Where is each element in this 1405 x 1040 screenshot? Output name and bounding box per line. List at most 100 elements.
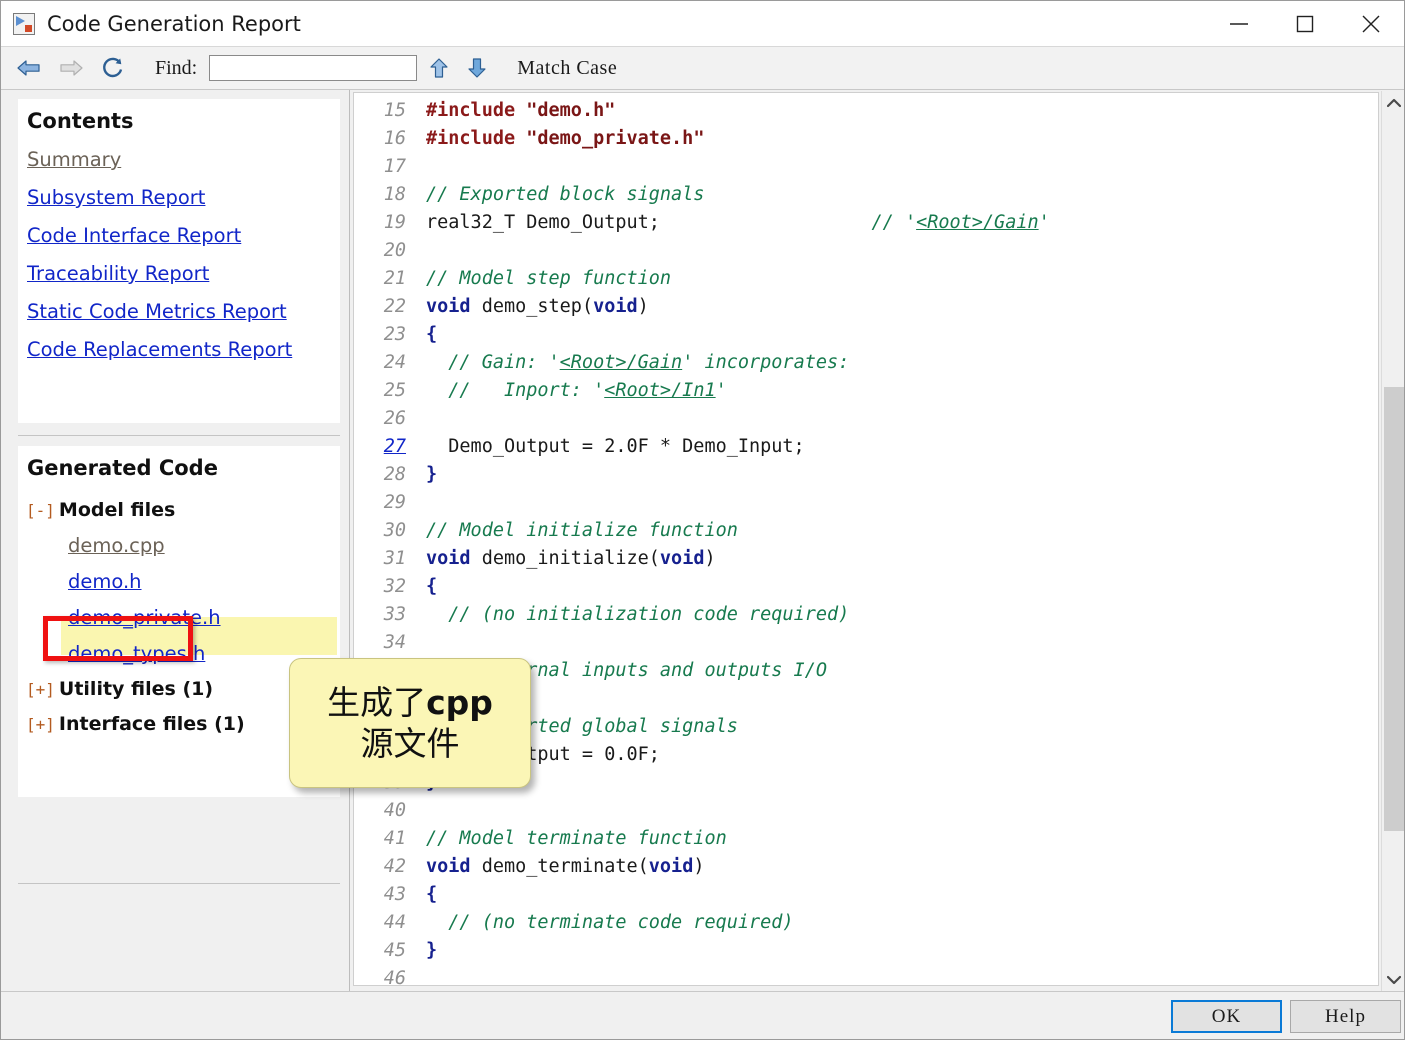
refresh-icon[interactable]	[95, 53, 131, 83]
code-text-area[interactable]: 15 #include "demo.h" 16 #include "demo_priv…	[353, 92, 1379, 986]
code-line-number: 28	[383, 464, 406, 485]
ok-button[interactable]: OK	[1171, 1000, 1282, 1033]
scroll-up-icon[interactable]	[1382, 91, 1404, 115]
sidebar: Contents Summary Subsystem Report Code Int…	[1, 90, 350, 993]
annotation-callout: 生成了cpp 源文件	[289, 658, 531, 788]
match-case-label[interactable]: Match Case	[517, 57, 617, 80]
annotation-line-1-bold: cpp	[426, 682, 493, 722]
report-app-icon	[13, 12, 35, 35]
code-line-number: 40	[383, 800, 406, 821]
code-line-number: 41	[383, 828, 406, 849]
contents-link-4[interactable]: Static Code Metrics Report	[18, 300, 340, 323]
code-line-number: 33	[383, 604, 406, 625]
code-line: 43 {	[354, 881, 1378, 909]
code-line: 30 // Model initialize function	[354, 517, 1378, 545]
code-line-number: 25	[383, 380, 406, 401]
code-token: void	[426, 296, 471, 317]
contents-link-0[interactable]: Summary	[18, 148, 340, 171]
code-vertical-scrollbar[interactable]	[1381, 91, 1404, 992]
code-line-number[interactable]: 27	[354, 433, 406, 461]
down-arrow-icon[interactable]	[461, 52, 493, 84]
code-line-number: 18	[383, 184, 406, 205]
code-token: demo_initialize(	[470, 548, 660, 569]
code-token: // Inport: '	[426, 380, 605, 401]
code-line-number: 24	[383, 352, 406, 373]
code-trace-link[interactable]: <Root>/Gain	[916, 212, 1039, 233]
code-token: '	[715, 380, 727, 401]
tree-file-demo-h[interactable]: demo.h	[68, 570, 340, 593]
code-line: 23 {	[354, 321, 1378, 349]
code-line-number: 32	[383, 576, 406, 597]
code-line: 20	[354, 237, 1378, 265]
contents-link-3[interactable]: Traceability Report	[18, 262, 340, 285]
code-token: void	[648, 856, 694, 877]
up-arrow-icon[interactable]	[423, 52, 455, 84]
tree-group-0[interactable]: [-] Model files	[26, 499, 340, 521]
code-token: '	[1038, 212, 1050, 233]
code-line: 27 Demo_Output = 2.0F * Demo_Input;	[354, 433, 1378, 461]
code-line-number: 30	[383, 520, 406, 541]
contents-link-list: Summary Subsystem Report Code Interface Re…	[18, 148, 340, 361]
tree-toggle-icon[interactable]: [-]	[26, 501, 55, 520]
scroll-down-icon[interactable]	[1382, 968, 1404, 992]
code-token: // Exported block signals	[426, 184, 705, 205]
minimize-icon[interactable]	[1206, 1, 1272, 46]
code-line-number: 44	[383, 912, 406, 933]
navigation-toolbar: Find: Match Case	[1, 46, 1404, 90]
tree-group-label: Utility files (1)	[58, 678, 214, 700]
code-line-number: 45	[383, 940, 406, 961]
annotation-red-rectangle	[43, 616, 193, 661]
main-content: Contents Summary Subsystem Report Code Int…	[1, 90, 1404, 993]
code-token: real32_T Demo_Output;	[426, 212, 660, 233]
help-button[interactable]: Help	[1290, 1000, 1401, 1033]
code-token: void	[426, 548, 471, 569]
tree-group-label: Interface files (1)	[58, 713, 245, 735]
code-line-number: 23	[383, 324, 406, 345]
code-trace-link[interactable]: <Root>/Gain	[560, 352, 683, 373]
code-token: demo_terminate(	[470, 856, 649, 877]
code-line: 24 // Gain: '<Root>/Gain' incorporates:	[354, 349, 1378, 377]
code-token: I/O	[782, 660, 827, 681]
code-token: demo_step(	[470, 296, 594, 317]
code-line: 15 #include "demo.h"	[354, 97, 1378, 125]
code-line-number: 21	[383, 268, 406, 289]
tree-toggle-icon[interactable]: [+]	[26, 715, 55, 734]
dialog-footer: OK Help	[1, 991, 1404, 1039]
code-line-number: 17	[383, 156, 406, 177]
code-token: {	[426, 324, 438, 345]
back-arrow-icon[interactable]	[11, 53, 47, 83]
contents-title: Contents	[27, 109, 134, 133]
code-line-number: 26	[383, 408, 406, 429]
code-trace-link[interactable]: <Root>/In1	[604, 380, 715, 401]
code-line: 29	[354, 489, 1378, 517]
code-token: // Model terminate function	[426, 828, 727, 849]
code-token: Demo_Output = 2.0F * Demo_Input;	[426, 436, 805, 457]
code-line: 46	[354, 965, 1378, 985]
code-line: 41 // Model terminate function	[354, 825, 1378, 853]
code-line-number: 16	[383, 128, 406, 149]
code-line-list: 15 #include "demo.h" 16 #include "demo_priv…	[354, 97, 1378, 985]
code-line: 26	[354, 405, 1378, 433]
code-token: // '	[871, 212, 917, 233]
maximize-icon[interactable]	[1272, 1, 1338, 46]
contents-link-5[interactable]: Code Replacements Report	[18, 338, 340, 361]
contents-link-2[interactable]: Code Interface Report	[18, 224, 340, 247]
code-token: {	[426, 576, 438, 597]
code-token: void	[426, 856, 471, 877]
code-line: 44 // (no terminate code required)	[354, 909, 1378, 937]
code-line: 21 // Model step function	[354, 265, 1378, 293]
code-line: 31 void demo_initialize(void)	[354, 545, 1378, 573]
code-token: }	[426, 464, 438, 485]
code-line: 22 void demo_step(void)	[354, 293, 1378, 321]
tree-toggle-icon[interactable]: [+]	[26, 680, 55, 699]
annotation-line-1-plain: 生成了	[327, 682, 427, 722]
tree-file-demo-cpp[interactable]: demo.cpp	[68, 534, 340, 557]
contents-link-1[interactable]: Subsystem Report	[18, 186, 340, 209]
code-token: {	[426, 884, 438, 905]
code-line: 16 #include "demo_private.h"	[354, 125, 1378, 153]
scrollbar-thumb[interactable]	[1384, 387, 1404, 831]
annotation-line-1: 生成了cpp	[327, 682, 493, 723]
search-input[interactable]	[209, 55, 418, 81]
close-icon[interactable]	[1338, 1, 1404, 46]
